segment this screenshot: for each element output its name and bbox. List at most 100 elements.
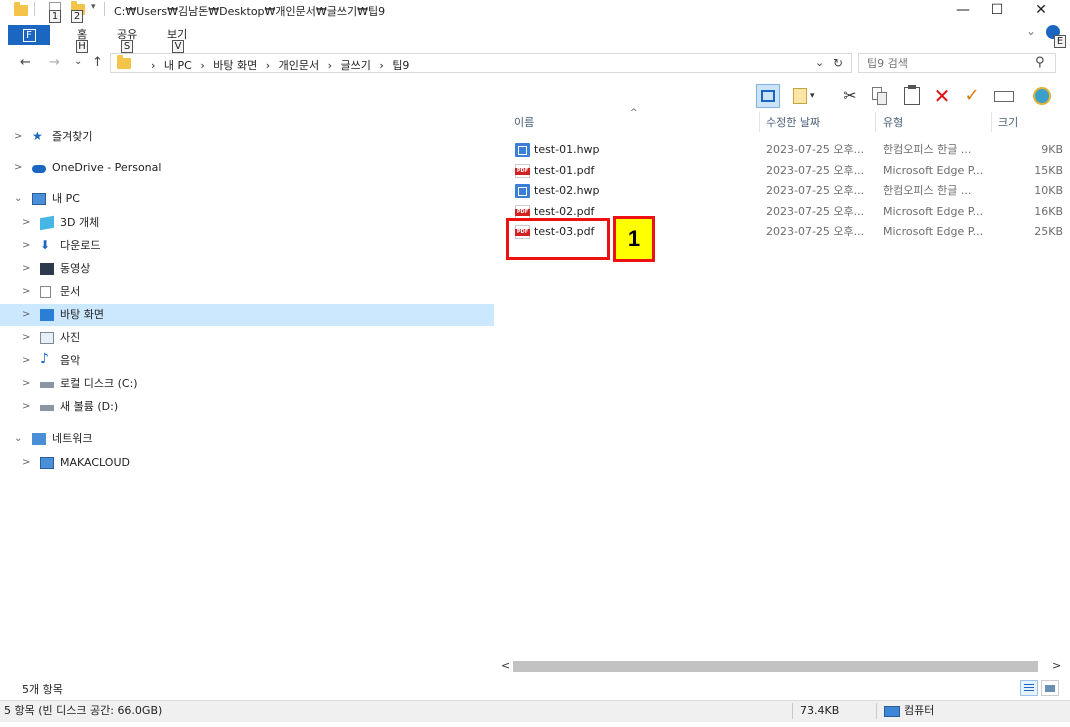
sidebar-item-label: 음악 bbox=[60, 354, 81, 367]
expand-chevron-icon[interactable]: > bbox=[22, 304, 30, 326]
back-button[interactable]: ← bbox=[20, 55, 31, 70]
sidebar-item[interactable]: > 사진 bbox=[0, 327, 494, 349]
disk-icon bbox=[40, 382, 54, 388]
scrollbar-thumb[interactable] bbox=[513, 661, 1038, 672]
breadcrumb-writing[interactable]: 글쓰기 bbox=[341, 59, 371, 72]
sidebar-item[interactable]: > 새 볼륨 (D:) bbox=[0, 396, 494, 418]
expand-chevron-icon[interactable]: > bbox=[22, 396, 30, 418]
breadcrumb-my-pc[interactable]: 내 PC bbox=[164, 59, 192, 72]
column-divider[interactable] bbox=[759, 112, 760, 132]
maximize-button[interactable]: ☐ bbox=[974, 0, 1020, 22]
address-bar[interactable]: › 내 PC › 바탕 화면 › 개인문서 › 글쓰기 › 팁9 ⌄ ↻ bbox=[110, 53, 852, 73]
hwp-file-icon bbox=[515, 143, 530, 157]
keytip-help: E bbox=[1054, 35, 1066, 48]
file-size: 9KB bbox=[1041, 143, 1063, 156]
expand-chevron-icon[interactable]: > bbox=[22, 258, 30, 280]
file-name: test-02.hwp bbox=[534, 184, 600, 197]
breadcrumb-separator[interactable]: › bbox=[266, 59, 270, 72]
expand-chevron-icon[interactable]: > bbox=[22, 281, 30, 303]
file-size: 25KB bbox=[1034, 225, 1063, 238]
expand-chevron-icon[interactable]: > bbox=[22, 212, 30, 234]
pdf-file-icon bbox=[515, 204, 530, 219]
expand-chevron-icon[interactable]: > bbox=[22, 452, 30, 474]
expand-chevron-icon[interactable]: > bbox=[22, 235, 30, 257]
expand-chevron-icon[interactable]: > bbox=[22, 373, 30, 395]
refresh-icon[interactable]: ↻ bbox=[833, 56, 843, 70]
column-header-size[interactable]: 크기 bbox=[998, 114, 1018, 130]
3d-objects-icon bbox=[40, 215, 54, 231]
sidebar-item[interactable]: > 동영상 bbox=[0, 258, 494, 280]
collapse-chevron-icon[interactable]: ⌄ bbox=[14, 188, 22, 210]
address-dropdown-icon[interactable]: ⌄ bbox=[815, 56, 824, 69]
expand-chevron-icon[interactable]: > bbox=[14, 157, 22, 179]
properties-icon[interactable] bbox=[1030, 84, 1054, 108]
expand-chevron-icon[interactable]: > bbox=[22, 350, 30, 372]
breadcrumb-desktop[interactable]: 바탕 화면 bbox=[213, 59, 257, 72]
column-header-type[interactable]: 유형 bbox=[883, 114, 903, 130]
sidebar-item-label: MAKACLOUD bbox=[60, 456, 130, 469]
file-row[interactable]: test-01.pdf 2023-07-25 오후... Microsoft Edg… bbox=[500, 161, 1065, 181]
breadcrumb-separator[interactable]: › bbox=[328, 59, 332, 72]
rename-icon[interactable] bbox=[992, 84, 1016, 108]
sidebar-item[interactable]: > 바탕 화면 bbox=[0, 304, 494, 326]
collapse-chevron-icon[interactable]: ⌄ bbox=[14, 428, 22, 450]
scroll-left-button[interactable]: < bbox=[501, 659, 510, 672]
up-button[interactable]: ↑ bbox=[92, 55, 103, 70]
divider bbox=[876, 703, 877, 719]
details-pane-icon[interactable] bbox=[756, 84, 780, 108]
sidebar-item[interactable]: > ♪ 음악 bbox=[0, 350, 494, 372]
recent-locations-button[interactable]: ⌄ bbox=[74, 56, 82, 67]
sidebar-item-label: 새 볼륨 (D:) bbox=[60, 400, 119, 413]
large-icons-view-button[interactable] bbox=[1041, 680, 1059, 696]
breadcrumb-tip9[interactable]: 팁9 bbox=[392, 59, 409, 72]
window-title: C:₩Users₩김남돈₩Desktop₩개인문서₩글쓰기₩팁9 bbox=[114, 5, 386, 18]
sidebar-item[interactable]: > 로컬 디스크 (C:) bbox=[0, 373, 494, 395]
cut-icon[interactable]: ✂ bbox=[838, 84, 862, 108]
search-box[interactable]: ⚲ bbox=[858, 53, 1056, 73]
sidebar-item[interactable]: > 문서 bbox=[0, 281, 494, 303]
file-row[interactable]: test-01.hwp 2023-07-25 오후... 한컴오피스 한글 ... 9… bbox=[500, 140, 1065, 160]
delete-icon[interactable]: ✕ bbox=[930, 84, 954, 108]
file-size: 10KB bbox=[1034, 184, 1063, 197]
horizontal-scrollbar[interactable]: < > bbox=[498, 658, 1068, 676]
sidebar-item[interactable]: >3D 개체 bbox=[0, 212, 494, 234]
sidebar-item[interactable]: > ⬇ 다운로드 bbox=[0, 235, 494, 257]
breadcrumb-personal-docs[interactable]: 개인문서 bbox=[279, 59, 319, 72]
sidebar-item[interactable]: > OneDrive - Personal bbox=[0, 157, 494, 179]
sidebar-item[interactable]: > MAKACLOUD bbox=[0, 452, 494, 474]
forward-button[interactable]: → bbox=[49, 55, 60, 70]
expand-chevron-icon[interactable]: > bbox=[22, 327, 30, 349]
navigation-pane: > ★ 즐겨찾기 > OneDrive - Personal ⌄ 내 PC >3D 개체 > ⬇ 다… bbox=[0, 112, 496, 667]
breadcrumb-separator[interactable]: › bbox=[379, 59, 383, 72]
sidebar-item[interactable]: ⌄ 내 PC bbox=[0, 188, 494, 210]
sidebar-item-label: 사진 bbox=[60, 331, 81, 344]
breadcrumb-separator[interactable]: › bbox=[200, 59, 204, 72]
column-divider[interactable] bbox=[875, 112, 876, 132]
sidebar-item[interactable]: > ★ 즐겨찾기 bbox=[0, 126, 494, 148]
document-icon bbox=[40, 286, 51, 298]
paste-icon[interactable] bbox=[900, 84, 924, 108]
copy-icon[interactable] bbox=[868, 84, 892, 108]
search-icon[interactable]: ⚲ bbox=[1035, 55, 1045, 70]
quick-access-dropdown-icon[interactable]: ▾ bbox=[91, 2, 96, 12]
checkmark-icon[interactable]: ✓ bbox=[960, 84, 984, 108]
pdf-file-icon bbox=[515, 163, 530, 178]
search-input[interactable] bbox=[859, 54, 1029, 72]
new-folder-icon[interactable]: ▾ bbox=[790, 84, 815, 108]
file-row[interactable]: test-02.hwp 2023-07-25 오후... 한컴오피스 한글 ... 1… bbox=[500, 181, 1065, 201]
ribbon-expand-icon[interactable]: ⌄ bbox=[1026, 24, 1036, 38]
breadcrumb-separator[interactable]: › bbox=[151, 59, 155, 72]
item-count: 5개 항목 bbox=[22, 683, 63, 696]
expand-chevron-icon[interactable]: > bbox=[14, 126, 22, 148]
column-header-date[interactable]: 수정한 날짜 bbox=[766, 114, 820, 130]
tab-file[interactable]: F bbox=[8, 25, 50, 45]
column-header-name[interactable]: 이름 bbox=[514, 114, 534, 130]
column-divider[interactable] bbox=[991, 112, 992, 132]
download-icon: ⬇ bbox=[40, 238, 51, 252]
disk-icon bbox=[40, 405, 54, 411]
sidebar-item[interactable]: ⌄ 네트워크 bbox=[0, 428, 494, 450]
scroll-right-button[interactable]: > bbox=[1052, 659, 1061, 672]
star-icon: ★ bbox=[32, 129, 43, 143]
details-view-button[interactable] bbox=[1020, 680, 1038, 696]
close-button[interactable]: ✕ bbox=[1018, 0, 1064, 22]
